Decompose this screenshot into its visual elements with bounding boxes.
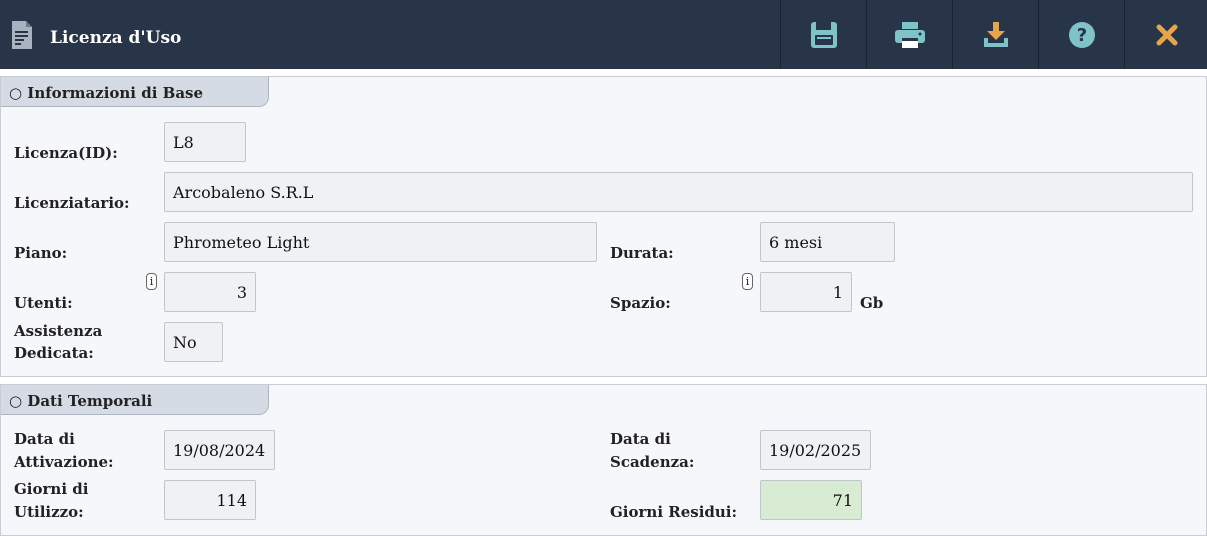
window-title: Licenza d'Uso: [50, 28, 182, 48]
utilizzo-label-line1: Giorni di: [14, 480, 89, 498]
temporal-data-panel: ○ Dati Temporali Data di Attivazione: 19…: [0, 384, 1207, 536]
durata-field[interactable]: 6 mesi: [760, 222, 895, 262]
spazio-unit: Gb: [860, 294, 884, 312]
base-info-section-title: ○ Informazioni di Base: [9, 84, 204, 102]
attivazione-label-line2: Attivazione:: [14, 453, 114, 471]
utilizzo-field[interactable]: 114: [164, 480, 256, 520]
svg-text:?: ?: [1077, 25, 1087, 46]
window-header: Licenza d'Uso ?: [0, 0, 1207, 69]
save-button[interactable]: [780, 0, 867, 69]
utenti-field[interactable]: 3: [164, 272, 256, 312]
attivazione-date-field[interactable]: 19/08/2024: [164, 430, 275, 470]
assistenza-label-line1: Assistenza: [14, 322, 103, 340]
spazio-info-icon[interactable]: i: [742, 273, 753, 290]
utenti-label: Utenti:: [14, 294, 73, 312]
utenti-info-icon[interactable]: i: [146, 273, 157, 290]
temporal-section-tab[interactable]: ○ Dati Temporali: [1, 385, 269, 415]
close-button[interactable]: [1124, 0, 1207, 69]
scadenza-label-line1: Data di: [610, 430, 671, 448]
assistenza-label-line2: Dedicata:: [14, 344, 94, 362]
utilizzo-label-line2: Utilizzo:: [14, 503, 84, 521]
durata-label: Durata:: [610, 244, 674, 262]
residui-field[interactable]: 71: [760, 480, 862, 520]
attivazione-label-line1: Data di: [14, 430, 75, 448]
question-circle-icon: ?: [1069, 21, 1095, 48]
close-x-icon: [1156, 24, 1177, 45]
licenziatario-label: Licenziatario:: [14, 194, 130, 212]
assistenza-field[interactable]: No: [164, 322, 223, 362]
licenza-id-field[interactable]: L8: [164, 122, 246, 162]
licenziatario-field[interactable]: Arcobaleno S.R.L: [164, 172, 1193, 212]
print-button[interactable]: [866, 0, 953, 69]
scadenza-date-field[interactable]: 19/02/2025: [760, 430, 871, 470]
residui-label: Giorni Residui:: [610, 503, 738, 521]
licenza-label: Licenza(ID):: [14, 144, 118, 162]
temporal-section-title: ○ Dati Temporali: [9, 392, 153, 410]
download-button[interactable]: [952, 0, 1039, 69]
piano-label: Piano:: [14, 244, 68, 262]
download-icon: [984, 21, 1008, 47]
scadenza-label-line2: Scadenza:: [610, 453, 695, 471]
base-info-section-tab[interactable]: ○ Informazioni di Base: [1, 77, 269, 107]
piano-field[interactable]: Phrometeo Light: [164, 222, 597, 262]
base-info-panel: ○ Informazioni di Base Licenza(ID): L8 L…: [0, 76, 1207, 377]
floppy-disk-icon: [811, 21, 837, 48]
spazio-label: Spazio:: [610, 294, 671, 312]
document-icon: [12, 21, 32, 49]
spazio-field[interactable]: 1: [760, 272, 852, 312]
help-button[interactable]: ?: [1038, 0, 1125, 69]
printer-icon: [895, 21, 925, 48]
